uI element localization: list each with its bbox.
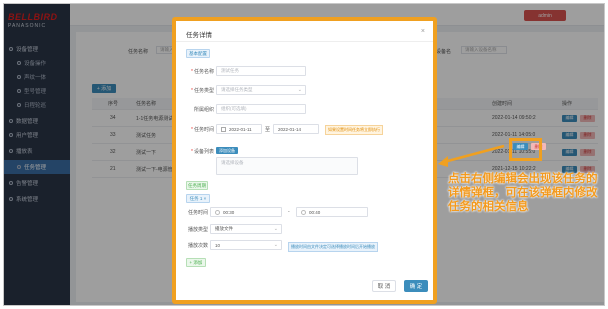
organization-input[interactable]: 组织(可选填) [216, 104, 306, 114]
play-type-select[interactable]: 播放文件 ⌄ [210, 224, 282, 234]
chevron-down-icon: ⌄ [273, 226, 278, 232]
period-tab-label: 任务 1 × [189, 195, 207, 201]
cancel-button[interactable]: 取 消 [372, 280, 396, 292]
close-icon[interactable]: × [421, 28, 425, 35]
exec-start-time-value: 00:30 [223, 209, 235, 215]
clock-icon [215, 209, 220, 215]
annotation-text: 点击右侧编辑会出现该任务的详情弹框，可在该弹框内修改任务的相关信息 [448, 173, 598, 213]
play-hint: 播放时间由文件决定可选择播放时间后开始播放 [288, 242, 378, 252]
add-device-label: 添加设备 [219, 147, 235, 153]
exec-end-time-input[interactable]: 00:40 [296, 207, 368, 217]
task-type-label-text: 任务类型 [193, 88, 214, 94]
start-date-value: 2022-01-11 [229, 126, 252, 132]
date-range-separator: 至 [265, 127, 271, 133]
ok-button[interactable]: 确 定 [404, 280, 428, 292]
ok-label: 确 定 [409, 284, 423, 290]
task-time-label-text: 任务时间 [193, 127, 214, 133]
task-type-label: *任务类型 [191, 88, 214, 94]
task-name-label-text: 任务名称 [193, 69, 214, 75]
add-period-label: + 添加 [189, 259, 203, 265]
cancel-label: 取 消 [377, 284, 391, 290]
play-type-value: 播放文件 [215, 226, 233, 231]
schedule-tag[interactable]: 任务周期 [186, 181, 208, 190]
exec-end-time-value: 00:40 [309, 209, 321, 215]
task-name-placeholder: 测试任务 [221, 68, 239, 73]
exec-time-separator: - [288, 209, 290, 215]
task-name-label: *任务名称 [191, 69, 214, 75]
add-period-button[interactable]: + 添加 [186, 258, 206, 267]
task-type-select[interactable]: 请选择任务类型 ⌄ [216, 85, 306, 95]
play-count-value: 10 [215, 242, 221, 248]
task-type-placeholder: 请选择任务类型 [221, 87, 253, 92]
end-date-value: 2022-01-14 [278, 126, 302, 132]
play-type-label: 播放类型 [187, 227, 208, 233]
exec-time-label: 任务时间 [187, 210, 208, 216]
basic-config-tag-label: 基本配置 [189, 50, 207, 56]
end-date-input[interactable]: 2022-01-14 [273, 124, 319, 134]
chevron-down-icon: ⌄ [297, 87, 302, 93]
organization-label: 所属组织 [193, 107, 214, 113]
arrow-head-icon [438, 156, 448, 167]
period-tab[interactable]: 任务 1 × [186, 194, 210, 203]
edit-button-highlight-box [509, 138, 542, 161]
arrow-shaft [443, 144, 505, 164]
play-count-label: 播放次数 [187, 243, 208, 249]
device-list-placeholder: 请选择设备 [221, 160, 244, 165]
task-detail-modal: 任务详情 × 基本配置 *任务名称 测试任务 *任务类型 请选择任务类型 ⌄ 所属… [176, 21, 433, 300]
start-date-input[interactable]: 2022-01-11 [216, 124, 262, 134]
time-hint: 如果设置时间任务将立即执行 [325, 125, 383, 135]
device-list-textarea[interactable]: 请选择设备 [216, 157, 358, 175]
clock-icon [301, 209, 306, 215]
play-count-select[interactable]: 10 ⌄ [210, 240, 282, 250]
exec-start-time-input[interactable]: 00:30 [210, 207, 282, 217]
task-time-label: *任务时间 [191, 127, 214, 133]
task-name-input[interactable]: 测试任务 [216, 66, 306, 76]
calendar-icon [221, 126, 226, 132]
modal-divider [176, 41, 433, 42]
modal-title: 任务详情 [186, 32, 212, 39]
annotation-arrow [438, 144, 505, 167]
device-list-label-text: 设备列表 [193, 149, 214, 155]
add-device-button[interactable]: 添加设备 [216, 147, 238, 154]
schedule-tag-label: 任务周期 [188, 182, 206, 188]
chevron-down-icon: ⌄ [273, 242, 278, 248]
device-list-label: *设备列表 [191, 149, 214, 155]
organization-placeholder: 组织(可选填) [221, 106, 247, 111]
basic-config-tag[interactable]: 基本配置 [186, 49, 210, 58]
